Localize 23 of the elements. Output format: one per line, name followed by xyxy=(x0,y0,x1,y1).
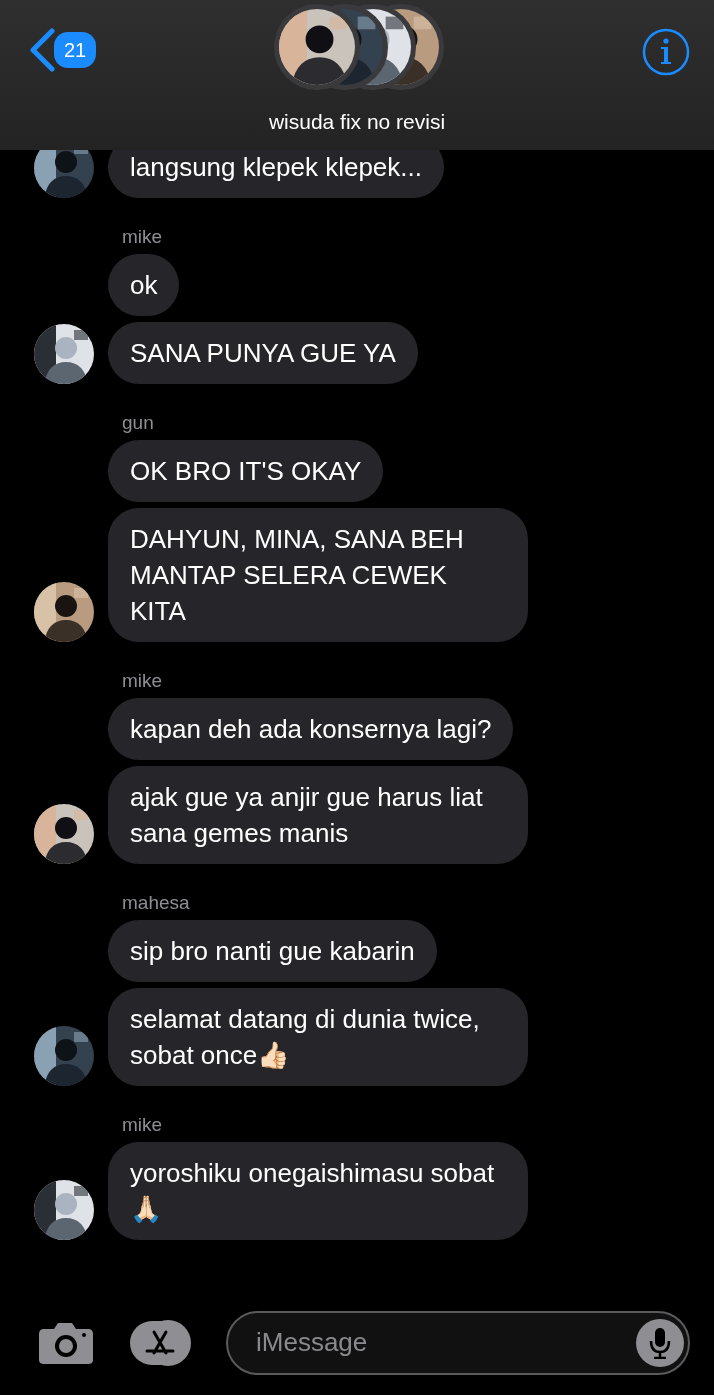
sender-name: mike xyxy=(122,226,164,248)
back-chevron-icon xyxy=(28,28,56,72)
message-bubble: sip bro nanti gue kabarin xyxy=(108,920,437,982)
sender-name: mike xyxy=(122,1114,164,1136)
message-bubble: kapan deh ada konsernya lagi? xyxy=(108,698,514,760)
message-bubble: OK BRO IT'S OKAY xyxy=(108,440,384,502)
conversation-title: wisuda fix no revisi xyxy=(267,109,447,135)
message-input-field[interactable]: iMessage xyxy=(226,1310,690,1375)
info-icon xyxy=(642,28,690,76)
microphone-icon xyxy=(649,1326,671,1359)
message-bubble: DAHYUN, MINA, SANA BEH MANTAP SELERA CEWEK KITA xyxy=(108,508,528,642)
message-bubble: yoroshiku onegaishimasu sobat🙏🏻 xyxy=(108,1142,528,1240)
message-bubble: ok xyxy=(108,254,180,316)
message-bubble: SANA PUNYA GUE YA xyxy=(108,322,418,384)
sender-name: mike xyxy=(122,670,164,692)
message-input[interactable]: iMessage xyxy=(254,1322,636,1363)
info-button[interactable] xyxy=(642,28,690,76)
message-bubble: ajak gue ya anjir gue harus liat sana gemes manis xyxy=(108,766,528,864)
sender-name: mahesa xyxy=(122,892,191,914)
sender-name: gun xyxy=(122,412,155,434)
camera-icon[interactable] xyxy=(38,1320,94,1365)
message-bubble: selamat datang di dunia twice, sobat once👍🏻 xyxy=(108,988,528,1086)
microphone-button[interactable] xyxy=(636,1318,684,1367)
